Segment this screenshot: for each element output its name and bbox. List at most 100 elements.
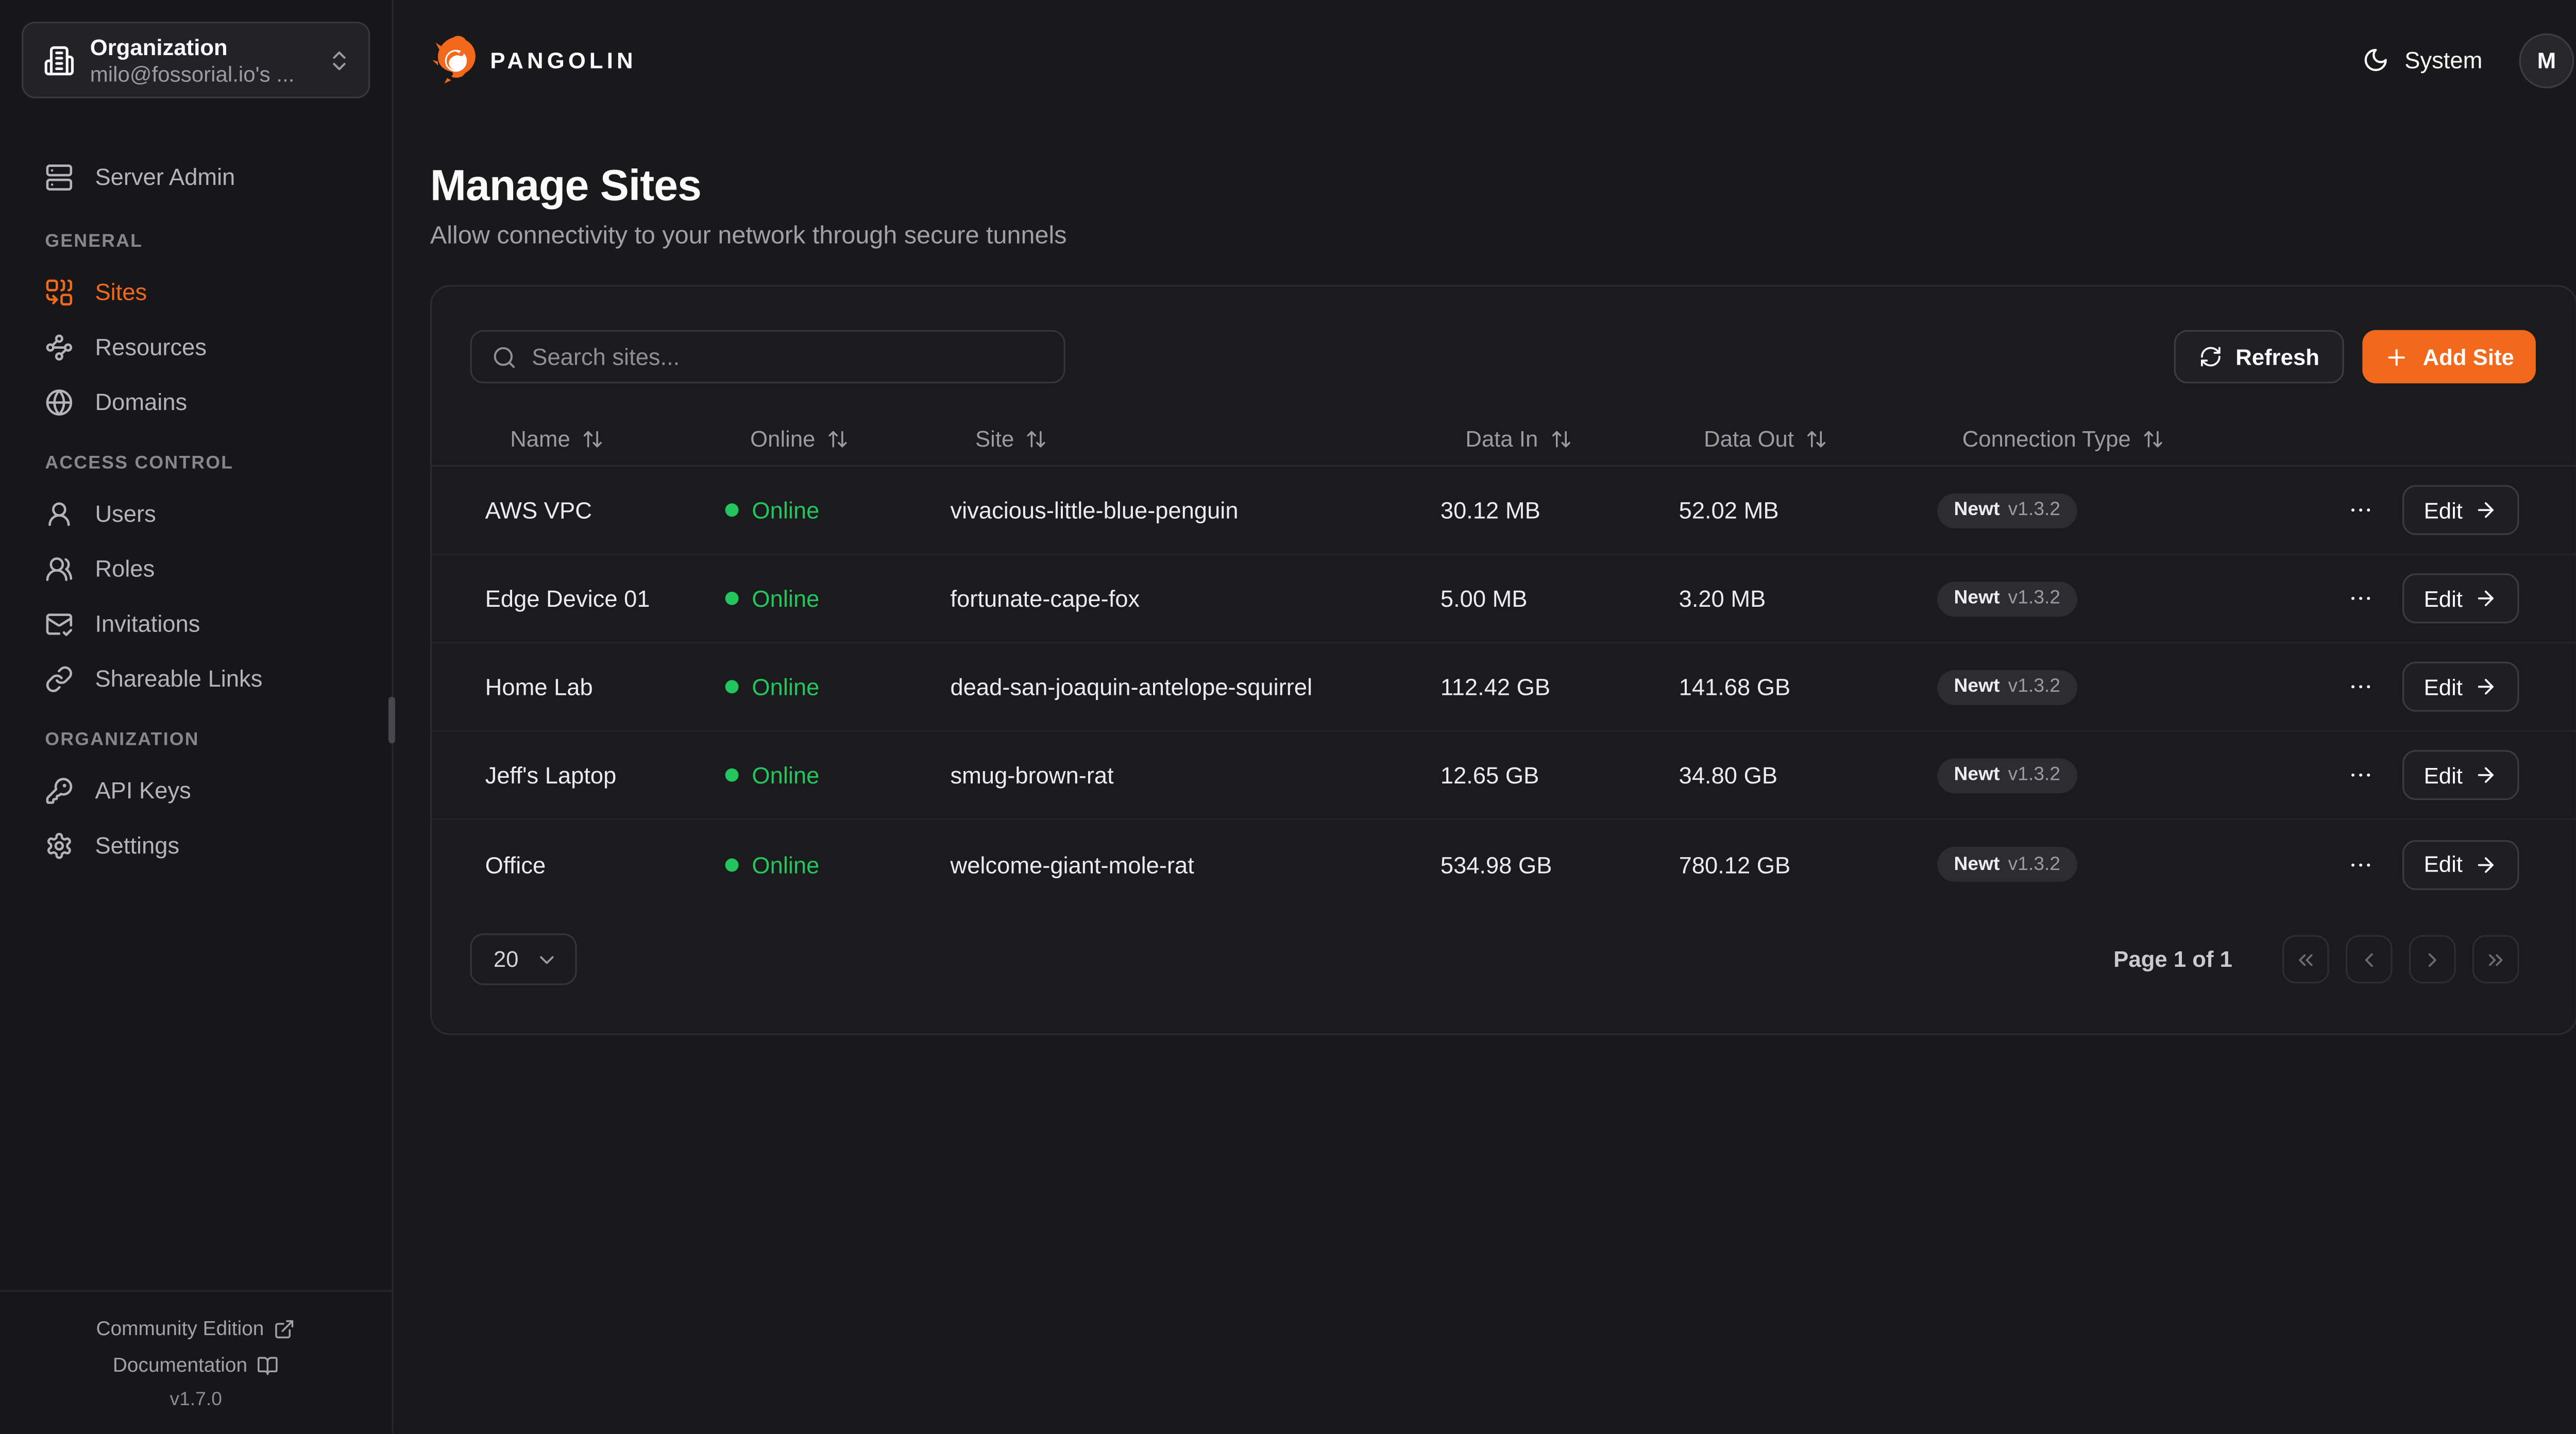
row-menu-button[interactable]	[2343, 757, 2379, 793]
chevron-left-icon	[2358, 948, 2381, 971]
data-in-cell: 534.98 GB	[1440, 851, 1679, 878]
sidebar-item-shareable-links[interactable]: Shareable Links	[20, 654, 372, 704]
refresh-button[interactable]: Refresh	[2174, 330, 2345, 384]
sidebar-item-domains[interactable]: Domains	[20, 377, 372, 426]
ellipsis-icon	[2347, 762, 2374, 789]
sidebar-item-server-admin[interactable]: Server Admin	[20, 151, 372, 201]
key-icon	[45, 776, 73, 804]
column-header-data-in[interactable]: Data In	[1440, 426, 1679, 452]
waypoints-icon	[45, 333, 73, 361]
theme-toggle[interactable]: System	[2363, 47, 2482, 74]
sites-card: Refresh Add Site NameOnlineSiteData InDa…	[430, 285, 2576, 1035]
sort-icon	[827, 429, 849, 450]
plus-icon	[2384, 344, 2410, 369]
chevrons-up-down-icon	[327, 47, 352, 73]
sort-icon	[827, 429, 849, 450]
page-size-select[interactable]: 20	[470, 933, 577, 985]
sidebar-item-resources[interactable]: Resources	[20, 322, 372, 372]
card-toolbar: Refresh Add Site	[432, 287, 2575, 384]
sidebar-item-api-keys[interactable]: API Keys	[20, 765, 372, 815]
sidebar-footer: Community Edition Documentation v1.7.0	[0, 1290, 392, 1433]
app-version: v1.7.0	[16, 1384, 375, 1417]
sidebar-item-sites[interactable]: Sites	[20, 267, 372, 317]
arrow-right-icon	[2475, 675, 2498, 698]
online-dot	[725, 503, 739, 517]
edit-button[interactable]: Edit	[2402, 662, 2519, 712]
site-slug-cell: vivacious-little-blue-penguin	[951, 497, 1440, 523]
connection-type-badge: Newtv1.3.2	[1937, 758, 2077, 793]
sidebar-item-label: API Keys	[95, 777, 191, 804]
community-edition-link[interactable]: Community Edition	[16, 1310, 375, 1346]
next-page-button[interactable]	[2409, 935, 2456, 983]
user-icon	[45, 499, 73, 527]
page-subtitle: Allow connectivity to your network throu…	[430, 221, 2574, 250]
chevrons-left-icon	[2294, 948, 2317, 971]
previous-page-button[interactable]	[2346, 935, 2393, 983]
last-page-button[interactable]	[2472, 935, 2519, 983]
online-status-cell: Online	[725, 851, 951, 878]
sort-icon	[1806, 429, 1827, 450]
org-selector[interactable]: Organization milo@fossorial.io's ...	[22, 22, 370, 98]
column-header-connection-type[interactable]: Connection Type	[1937, 426, 2267, 452]
sidebar-item-invitations[interactable]: Invitations	[20, 599, 372, 648]
table-body: AWS VPCOnlinevivacious-little-blue-pengu…	[432, 467, 2575, 909]
sort-icon	[2142, 429, 2164, 450]
documentation-label: Documentation	[113, 1354, 247, 1377]
pangolin-logo-icon	[430, 35, 480, 85]
building-icon	[43, 44, 75, 76]
external-link-icon	[274, 1318, 296, 1339]
sidebar-item-label: Invitations	[95, 610, 200, 637]
online-dot	[725, 858, 739, 871]
app-window: Organization milo@fossorial.io's ... Ser…	[0, 0, 2576, 1433]
column-header-site[interactable]: Site	[951, 426, 1440, 452]
edit-button[interactable]: Edit	[2402, 750, 2519, 800]
topbar: PANGOLIN System M	[394, 0, 2576, 120]
ellipsis-icon	[2347, 585, 2374, 612]
data-in-cell: 112.42 GB	[1440, 673, 1679, 700]
arrow-right-icon	[2475, 763, 2498, 787]
row-menu-button[interactable]	[2343, 669, 2379, 705]
sort-icon	[1550, 429, 1571, 450]
online-status-cell: Online	[725, 673, 951, 700]
sort-icon	[2142, 429, 2164, 450]
site-name-cell: Home Lab	[485, 673, 725, 700]
edit-button[interactable]: Edit	[2402, 485, 2519, 535]
column-header-online[interactable]: Online	[725, 426, 951, 452]
link-icon	[45, 664, 73, 693]
page-indicator: Page 1 of 1	[2113, 947, 2232, 972]
mail-check-icon	[45, 609, 73, 638]
avatar[interactable]: M	[2519, 32, 2574, 88]
arrow-right-icon	[2475, 587, 2498, 610]
first-page-button[interactable]	[2282, 935, 2329, 983]
row-menu-button[interactable]	[2343, 580, 2379, 617]
table-row: OfficeOnlinewelcome-giant-mole-rat534.98…	[432, 820, 2575, 909]
sidebar-section-label: ACCESS CONTROL	[20, 453, 372, 473]
arrow-right-icon	[2475, 763, 2498, 787]
edit-button[interactable]: Edit	[2402, 839, 2519, 889]
sidebar-section-label: GENERAL	[20, 232, 372, 252]
sidebar-item-label: Sites	[95, 278, 147, 305]
row-menu-button[interactable]	[2343, 492, 2379, 528]
sidebar-resize-handle[interactable]	[388, 697, 395, 744]
community-edition-label: Community Edition	[96, 1317, 264, 1340]
search-input[interactable]	[532, 344, 1043, 370]
sidebar-item-settings[interactable]: Settings	[20, 820, 372, 870]
arrow-right-icon	[2475, 587, 2498, 610]
column-header-data-out[interactable]: Data Out	[1679, 426, 1938, 452]
connection-type-badge: Newtv1.3.2	[1937, 847, 2077, 882]
key-icon	[45, 776, 73, 804]
sort-icon	[1026, 429, 1047, 450]
documentation-link[interactable]: Documentation	[16, 1347, 375, 1384]
sidebar-item-users[interactable]: Users	[20, 488, 372, 538]
site-slug-cell: welcome-giant-mole-rat	[951, 851, 1440, 878]
sidebar-item-label: Resources	[95, 333, 207, 360]
data-out-cell: 52.02 MB	[1679, 497, 1938, 523]
sidebar-item-roles[interactable]: Roles	[20, 543, 372, 593]
row-menu-button[interactable]	[2343, 846, 2379, 882]
add-site-button[interactable]: Add Site	[2363, 330, 2536, 384]
sort-icon	[1550, 429, 1571, 450]
globe-icon	[45, 387, 73, 416]
connection-type-badge: Newtv1.3.2	[1937, 669, 2077, 704]
edit-button[interactable]: Edit	[2402, 573, 2519, 623]
column-header-name[interactable]: Name	[485, 426, 725, 452]
